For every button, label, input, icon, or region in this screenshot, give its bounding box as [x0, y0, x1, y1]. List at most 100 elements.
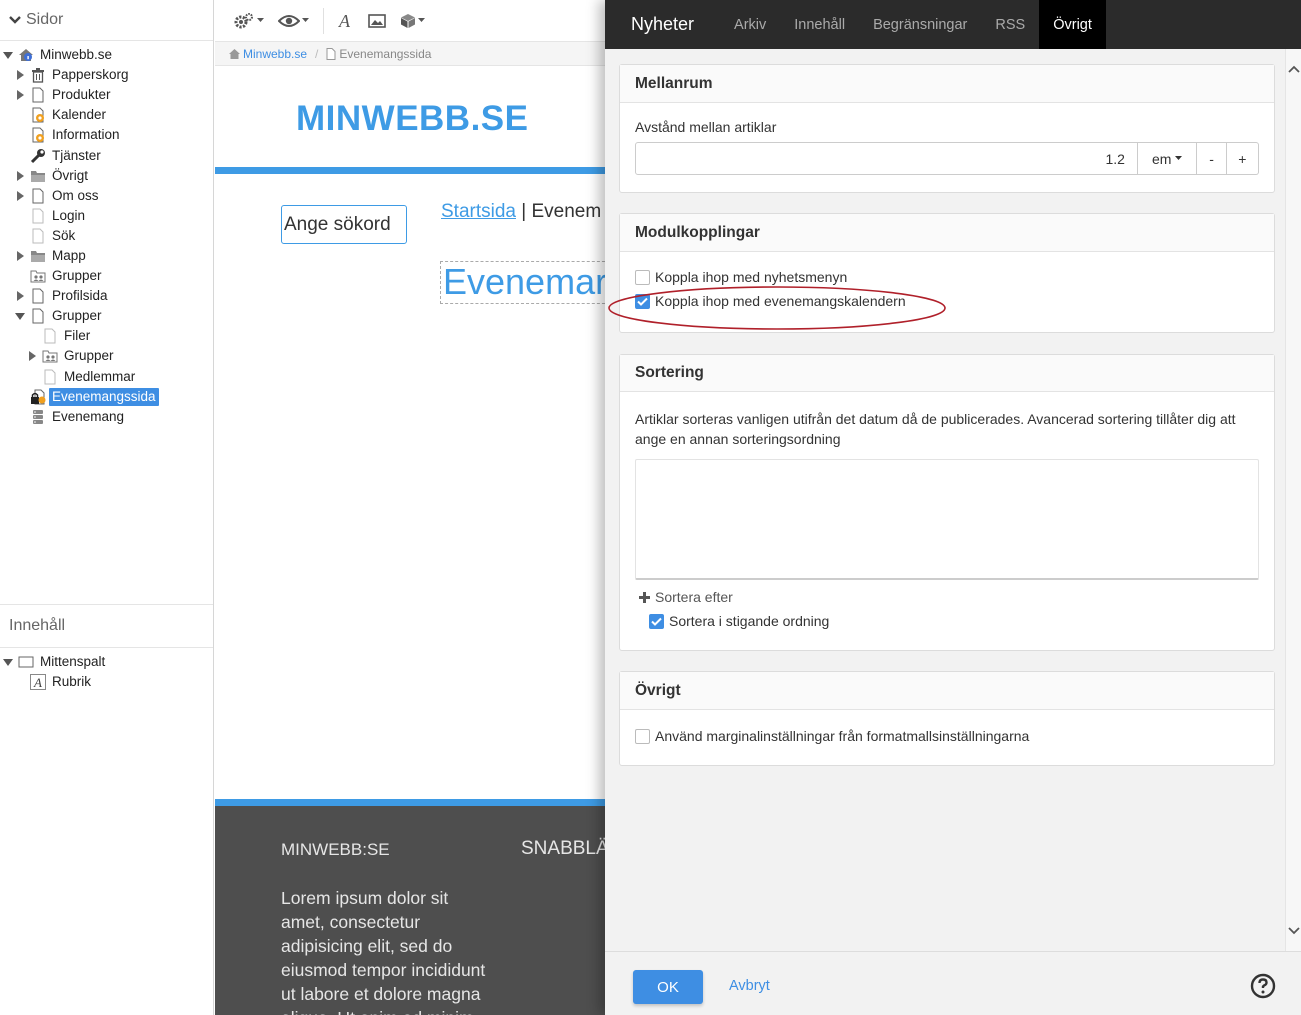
tree-item-om-oss[interactable]: Om oss — [0, 186, 213, 206]
text-button[interactable]: A — [332, 6, 360, 36]
tree-item-evenemangssida[interactable]: Evenemangssida — [0, 387, 213, 407]
footer-quicklinks-title: SNABBLÄ — [521, 838, 605, 859]
expand-arrow-icon[interactable] — [15, 70, 25, 81]
group-folder-icon — [42, 348, 58, 364]
tree-item-label: Grupper — [52, 308, 102, 324]
expand-arrow-icon[interactable] — [15, 90, 25, 101]
panel-title: Sortering — [620, 355, 1274, 392]
content-section-header[interactable]: Innehåll — [0, 605, 213, 648]
content-tree: Mittenspalt A Rubrik — [0, 648, 213, 692]
decrement-button[interactable]: - — [1197, 142, 1227, 175]
tree-item-label: Information — [52, 127, 120, 143]
search-input[interactable]: Ange sökord — [281, 205, 407, 244]
spacing-value-input[interactable]: 1.2 — [635, 142, 1138, 175]
chevron-down-icon[interactable] — [8, 13, 22, 27]
tree-item-label: Evenemangssida — [49, 387, 159, 406]
home-icon — [229, 48, 240, 59]
news-menu-checkbox[interactable] — [635, 269, 650, 285]
tree-item-label: Mapp — [52, 247, 86, 263]
expand-arrow-icon[interactable] — [15, 250, 25, 261]
add-sort-button[interactable]: Sortera efter — [635, 587, 1259, 607]
breadcrumb-separator: / — [315, 46, 319, 61]
tab-begransningar[interactable]: Begränsningar — [859, 0, 981, 49]
expand-arrow-icon[interactable] — [15, 170, 25, 181]
ok-button[interactable]: OK — [633, 970, 703, 1004]
margin-settings-option[interactable]: Använd marginalinställningar från format… — [635, 724, 1259, 748]
unit-dropdown[interactable]: em — [1137, 142, 1198, 175]
calendar-page-icon — [30, 107, 46, 123]
scroll-up-icon[interactable] — [1288, 65, 1300, 73]
tree-item-minwebb[interactable]: Minwebb.se — [0, 45, 213, 65]
tree-item-papperskorg[interactable]: Papperskorg — [0, 65, 213, 85]
gears-icon — [233, 12, 255, 30]
increment-button[interactable]: + — [1226, 142, 1259, 175]
breadcrumb: Minwebb.se / Evenemangssida — [215, 42, 605, 66]
margin-settings-checkbox[interactable] — [635, 728, 650, 744]
tree-item-kalender[interactable]: Kalender — [0, 105, 213, 125]
image-button[interactable] — [362, 6, 392, 36]
spacing-panel: Mellanrum Avstånd mellan artiklar 1.2 em… — [619, 64, 1275, 193]
header-bar — [215, 167, 605, 174]
page-icon — [30, 188, 46, 204]
tree-item-login[interactable]: Login — [0, 206, 213, 226]
tree-item-produkter[interactable]: Produkter — [0, 85, 213, 105]
tab-rss[interactable]: RSS — [981, 0, 1039, 49]
expand-arrow-icon[interactable] — [3, 50, 13, 60]
page-heading[interactable]: Evenemar — [440, 261, 605, 304]
dialog-footer: OK Avbryt — [605, 951, 1301, 1015]
dialog-tabs: Nyheter Arkiv Innehåll Begränsningar RSS… — [605, 0, 1301, 49]
info-page-icon — [30, 127, 46, 143]
ascending-option[interactable]: Sortera i stigande ordning — [649, 609, 1259, 633]
tree-item-grupper-sub[interactable]: Grupper — [0, 346, 213, 366]
tree-item-ovrigt[interactable]: Övrigt — [0, 166, 213, 186]
expand-arrow-icon[interactable] — [27, 351, 37, 362]
breadcrumb-current: Evenemangssida — [339, 46, 432, 61]
image-icon — [368, 13, 386, 29]
sort-list[interactable] — [635, 459, 1259, 580]
preview-button[interactable] — [272, 6, 315, 36]
dialog-scrollbar[interactable] — [1285, 49, 1301, 951]
cancel-button[interactable]: Avbryt — [729, 978, 770, 994]
tree-item-label: Evenemang — [52, 408, 125, 424]
tree-item-profilsida[interactable]: Profilsida — [0, 286, 213, 306]
tree-item-grupper[interactable]: Grupper — [0, 266, 213, 286]
tree-item-grupper-expanded[interactable]: Grupper — [0, 306, 213, 326]
content-item-mittenspalt[interactable]: Mittenspalt — [0, 652, 213, 672]
tab-arkiv[interactable]: Arkiv — [720, 0, 780, 49]
tree-item-information[interactable]: Information — [0, 125, 213, 145]
content-item-rubrik[interactable]: A Rubrik — [0, 672, 213, 692]
tree-item-evenemang[interactable]: Evenemang — [0, 407, 213, 427]
pages-section-header[interactable]: Sidor — [0, 0, 213, 41]
page-icon — [42, 328, 58, 344]
tab-innehall[interactable]: Innehåll — [780, 0, 859, 49]
content-section: Innehåll Mittenspalt A Rubrik — [0, 604, 213, 692]
page-preview: MINWEBB.SE Ange sökord Startsida | Evene… — [215, 67, 605, 1015]
folder-icon — [30, 168, 46, 184]
ascending-checkbox[interactable] — [649, 613, 664, 629]
help-icon[interactable] — [1250, 973, 1276, 999]
wrench-icon — [30, 148, 46, 164]
settings-button[interactable] — [227, 6, 270, 36]
site-logo[interactable]: MINWEBB.SE — [296, 99, 529, 139]
collapse-arrow-icon[interactable] — [15, 311, 25, 321]
page-icon — [30, 87, 46, 103]
collapse-arrow-icon[interactable] — [3, 657, 13, 667]
tree-item-tjanster[interactable]: Tjänster — [0, 145, 213, 165]
tree-item-filer[interactable]: Filer — [0, 326, 213, 346]
tab-ovrigt[interactable]: Övrigt — [1039, 0, 1106, 49]
breadcrumb-home-link[interactable]: Minwebb.se — [243, 47, 307, 61]
expand-arrow-icon[interactable] — [15, 190, 25, 201]
group-folder-icon — [30, 268, 46, 284]
dialog-title-tab[interactable]: Nyheter — [605, 0, 720, 49]
tree-item-sok[interactable]: Sök — [0, 226, 213, 246]
add-sort-label: Sortera efter — [655, 589, 733, 605]
nav-startsida-link[interactable]: Startsida — [441, 201, 516, 222]
tree-item-label: Grupper — [52, 268, 102, 284]
scroll-down-icon[interactable] — [1288, 927, 1300, 935]
tree-item-label: Produkter — [52, 87, 111, 103]
footer-title: MINWEBB:SE — [281, 840, 390, 859]
tree-item-medlemmar[interactable]: Medlemmar — [0, 367, 213, 387]
tree-item-mapp[interactable]: Mapp — [0, 246, 213, 266]
module-button[interactable] — [394, 6, 431, 36]
expand-arrow-icon[interactable] — [15, 291, 25, 302]
